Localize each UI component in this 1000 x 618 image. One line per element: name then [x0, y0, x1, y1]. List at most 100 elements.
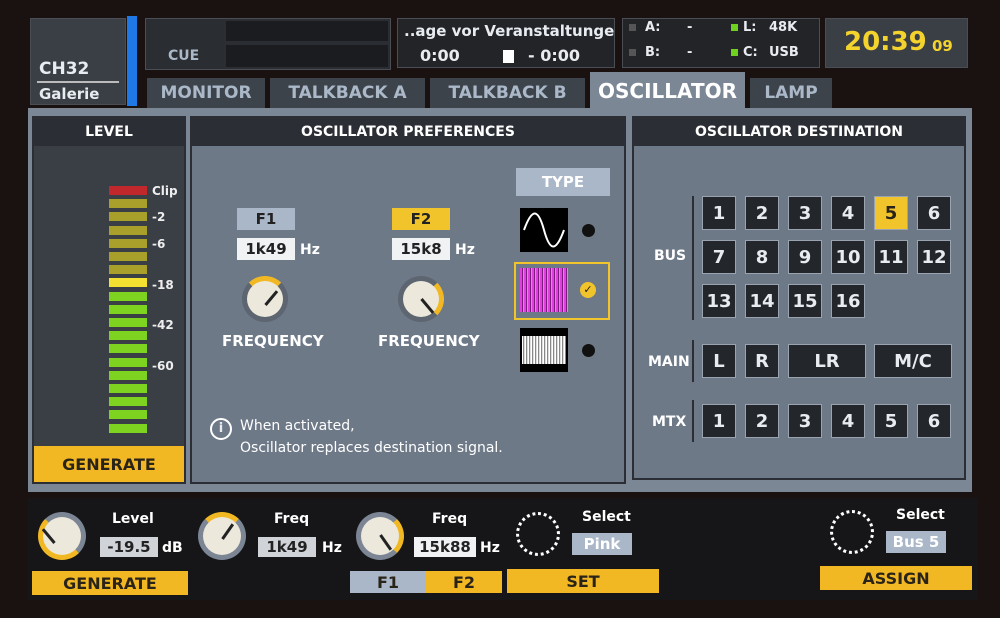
main-button-m-c[interactable]: M/C — [874, 344, 952, 378]
mtx-button-5[interactable]: 5 — [874, 404, 908, 438]
pink-noise-icon[interactable] — [520, 268, 568, 312]
source-c-led — [731, 49, 738, 56]
assign-button[interactable]: ASSIGN — [820, 566, 972, 590]
channel-id: CH32 — [39, 59, 90, 79]
main-button-l[interactable]: L — [702, 344, 736, 378]
bottom-freq1-unit: Hz — [322, 540, 342, 556]
cue-slot-2 — [226, 45, 388, 67]
level-panel: LEVEL Clip -2 -6 -18 -42 -60 GENERATE — [32, 116, 186, 484]
source-a-led — [629, 24, 636, 31]
set-button[interactable]: SET — [507, 569, 659, 593]
bottom-freq1-value[interactable]: 1k49 — [258, 537, 316, 557]
source-b-led — [629, 49, 636, 56]
rotate-assign-icon[interactable] — [830, 510, 874, 554]
f1-unit: Hz — [300, 242, 320, 258]
meter-segment — [109, 357, 147, 367]
white-noise-icon[interactable] — [520, 328, 568, 372]
sine-wave-icon[interactable] — [520, 208, 568, 252]
mtx-button-1[interactable]: 1 — [702, 404, 736, 438]
bottom-freq2-value[interactable]: 15k88 — [414, 537, 476, 557]
meter-segment — [109, 225, 147, 235]
cue-slot-1 — [226, 21, 388, 41]
check-icon[interactable]: ✓ — [580, 282, 596, 298]
clock-time: 20:39 — [844, 27, 927, 57]
generate-button[interactable]: GENERATE — [34, 446, 184, 482]
stop-icon[interactable] — [503, 50, 514, 63]
bus-button-1[interactable]: 1 — [702, 196, 736, 230]
tab-talkback-a[interactable]: TALKBACK A — [270, 78, 425, 108]
bus-button-4[interactable]: 4 — [831, 196, 865, 230]
bottom-generate-button[interactable]: GENERATE — [32, 571, 188, 595]
mtx-divider — [692, 400, 694, 442]
main-divider — [692, 340, 694, 382]
f2-knob-label: FREQUENCY — [378, 332, 480, 350]
sine-radio[interactable] — [582, 224, 595, 237]
tab-talkback-b[interactable]: TALKBACK B — [430, 78, 585, 108]
source-b-label: B: — [645, 45, 661, 60]
rotate-select-icon[interactable] — [516, 512, 560, 556]
bus-button-3[interactable]: 3 — [788, 196, 822, 230]
bus-button-5[interactable]: 5 — [874, 196, 908, 230]
bus-button-2[interactable]: 2 — [745, 196, 779, 230]
f2-value[interactable]: 15k8 — [392, 238, 450, 260]
f2-toggle[interactable]: F2 — [426, 571, 502, 593]
tab-oscillator[interactable]: OSCILLATOR — [590, 72, 745, 110]
tab-lamp[interactable]: LAMP — [750, 78, 832, 108]
freq1-knob[interactable] — [198, 512, 246, 560]
mtx-button-3[interactable]: 3 — [788, 404, 822, 438]
level-knob[interactable] — [38, 512, 86, 560]
meter-segment — [109, 344, 147, 354]
source-b-value: - — [687, 45, 693, 60]
bus-button-12[interactable]: 12 — [917, 240, 951, 274]
meter-segment — [109, 212, 147, 222]
bus-label: BUS — [654, 248, 687, 264]
info-line-2: Oscillator replaces destination signal. — [240, 440, 503, 456]
main-button-lr[interactable]: LR — [788, 344, 866, 378]
bus-button-7[interactable]: 7 — [702, 240, 736, 274]
freq2-knob[interactable] — [356, 512, 404, 560]
preferences-title: OSCILLATOR PREFERENCES — [192, 118, 624, 146]
mtx-button-4[interactable]: 4 — [831, 404, 865, 438]
f1-label[interactable]: F1 — [237, 208, 295, 230]
white-radio[interactable] — [582, 344, 595, 357]
clock-seconds: 09 — [932, 37, 953, 55]
bottom-select-value[interactable]: Pink — [572, 533, 632, 555]
bus-button-15[interactable]: 15 — [788, 284, 822, 318]
f2-knob[interactable] — [398, 276, 444, 322]
bus-button-8[interactable]: 8 — [745, 240, 779, 274]
bottom-level-unit: dB — [162, 540, 183, 556]
f1-knob[interactable] — [242, 276, 288, 322]
player-title: ..age vor Veranstaltunge — [404, 22, 615, 40]
channel-box[interactable]: CH32 Galerie — [30, 18, 126, 105]
mtx-button-6[interactable]: 6 — [917, 404, 951, 438]
meter-segment — [109, 318, 147, 327]
meter-segment — [109, 384, 147, 393]
meter-segment — [109, 199, 147, 209]
type-label: TYPE — [516, 168, 610, 196]
clock: 20:39 09 — [825, 18, 968, 68]
bus-button-10[interactable]: 10 — [831, 240, 865, 274]
bus-button-16[interactable]: 16 — [831, 284, 865, 318]
main-button-r[interactable]: R — [745, 344, 779, 378]
f2-label[interactable]: F2 — [392, 208, 450, 230]
bus-button-6[interactable]: 6 — [917, 196, 951, 230]
destination-panel: OSCILLATOR DESTINATION BUS MAIN MTX 1234… — [632, 116, 966, 480]
bottom-freq2-label: Freq — [432, 511, 468, 527]
source-l-led — [731, 24, 738, 31]
mtx-button-2[interactable]: 2 — [745, 404, 779, 438]
bottom-assign-value[interactable]: Bus 5 — [886, 531, 946, 553]
meter-segment — [109, 252, 147, 261]
cue-area[interactable]: CUE — [145, 18, 391, 70]
player[interactable]: ..age vor Veranstaltunge 0:00 - 0:00 — [397, 18, 615, 68]
source-l-label: L: — [743, 20, 757, 35]
tab-monitor[interactable]: MONITOR — [147, 78, 265, 108]
f1-toggle[interactable]: F1 — [350, 571, 426, 593]
bus-button-14[interactable]: 14 — [745, 284, 779, 318]
bus-button-13[interactable]: 13 — [702, 284, 736, 318]
scale-42: -42 — [152, 318, 174, 332]
bottom-level-value[interactable]: -19.5 — [100, 537, 158, 557]
bus-button-9[interactable]: 9 — [788, 240, 822, 274]
f1-value[interactable]: 1k49 — [237, 238, 295, 260]
bus-button-11[interactable]: 11 — [874, 240, 908, 274]
meter-segment — [109, 423, 147, 433]
